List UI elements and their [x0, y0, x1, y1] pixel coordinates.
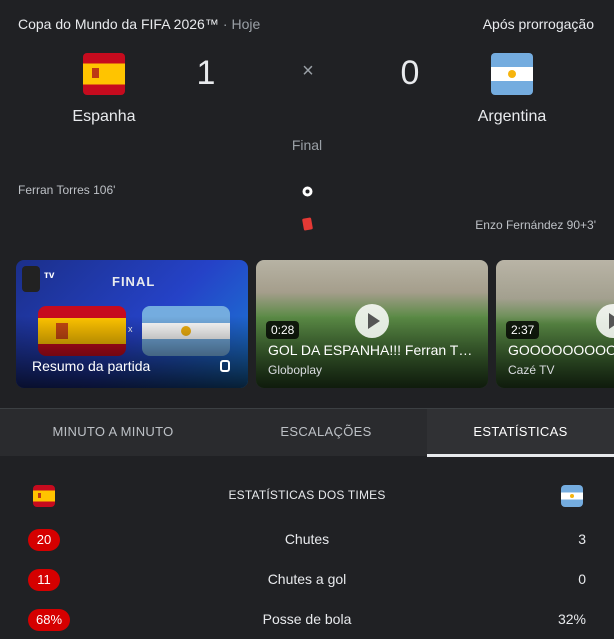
soccer-ball-icon: [302, 184, 313, 197]
argentina-flag-icon: [561, 485, 583, 507]
home-goal-event: Ferran Torres 106': [18, 183, 116, 197]
world-cup-logo-icon: [22, 266, 40, 292]
video-card-goal-globoplay[interactable]: 0:28 GOL DA ESPANHA!!! Ferran T… Globopl…: [256, 260, 488, 388]
away-card-event: Enzo Fernández 90+3': [475, 218, 596, 232]
tv-logo-icon: ᴛᴠ: [44, 270, 55, 281]
match-final-status: Final: [291, 137, 323, 153]
stat-row-shots-on-target: 11 Chutes a gol 0: [0, 566, 614, 594]
video-carousel: ᴛᴠ FINAL x Resumo da partida 0:28 GOL DA…: [16, 260, 614, 388]
competition-line[interactable]: Copa do Mundo da FIFA 2026™ · Hoje: [18, 16, 260, 32]
video-title[interactable]: GOL DA ESPANHA!!! Ferran T…: [268, 342, 478, 358]
tab-lineups[interactable]: ESCALAÇÕES: [226, 409, 426, 457]
home-score: 1: [196, 54, 216, 92]
spain-flag-icon[interactable]: [83, 53, 125, 95]
shorts-icon: [220, 360, 230, 372]
home-team-name[interactable]: Espanha: [34, 108, 174, 126]
away-score: 0: [400, 54, 420, 92]
video-banner: FINAL: [112, 274, 156, 289]
tab-play-by-play[interactable]: MINUTO A MINUTO: [0, 409, 226, 457]
stat-label: Chutes: [284, 531, 330, 547]
competition-name[interactable]: Copa do Mundo da FIFA 2026™: [18, 16, 219, 32]
away-team-name[interactable]: Argentina: [442, 108, 582, 126]
match-header: Copa do Mundo da FIFA 2026™ · Hoje Após pr…: [0, 0, 614, 48]
video-card-goal-caze[interactable]: 2:37 GOOOOOOOOOO Cazé TV: [496, 260, 614, 388]
video-source: Cazé TV: [508, 363, 555, 377]
argentina-flag-icon[interactable]: [491, 53, 533, 95]
separator: ·: [222, 16, 228, 32]
match-day: Hoje: [231, 16, 261, 32]
match-tabs: MINUTO A MINUTO ESCALAÇÕES ESTATÍSTICAS: [0, 408, 614, 457]
red-card-icon: [302, 217, 313, 231]
stats-title: ESTATÍSTICAS DOS TIMES: [228, 488, 386, 502]
play-icon[interactable]: [355, 304, 389, 338]
tab-statistics[interactable]: ESTATÍSTICAS: [427, 409, 614, 457]
video-title[interactable]: Resumo da partida: [32, 358, 150, 374]
video-source: Globoplay: [268, 363, 323, 377]
away-stat-value: 32%: [557, 611, 586, 627]
video-card-summary[interactable]: ᴛᴠ FINAL x Resumo da partida: [16, 260, 248, 388]
versus-sign: ×: [302, 60, 314, 82]
video-duration: 2:37: [506, 321, 540, 339]
stat-label: Chutes a gol: [267, 571, 347, 587]
video-duration: 0:28: [266, 321, 300, 339]
away-stat-value: 3: [578, 531, 586, 547]
stat-label: Posse de bola: [262, 611, 352, 627]
video-overlay: [16, 316, 248, 388]
stat-row-shots: 20 Chutes 3: [0, 526, 614, 554]
away-stat-value: 0: [578, 571, 586, 587]
match-status-extra-time: Após prorrogação: [482, 16, 594, 32]
stat-row-possession: 68% Posse de bola 32%: [0, 606, 614, 634]
video-title[interactable]: GOOOOOOOOOO: [508, 342, 614, 358]
